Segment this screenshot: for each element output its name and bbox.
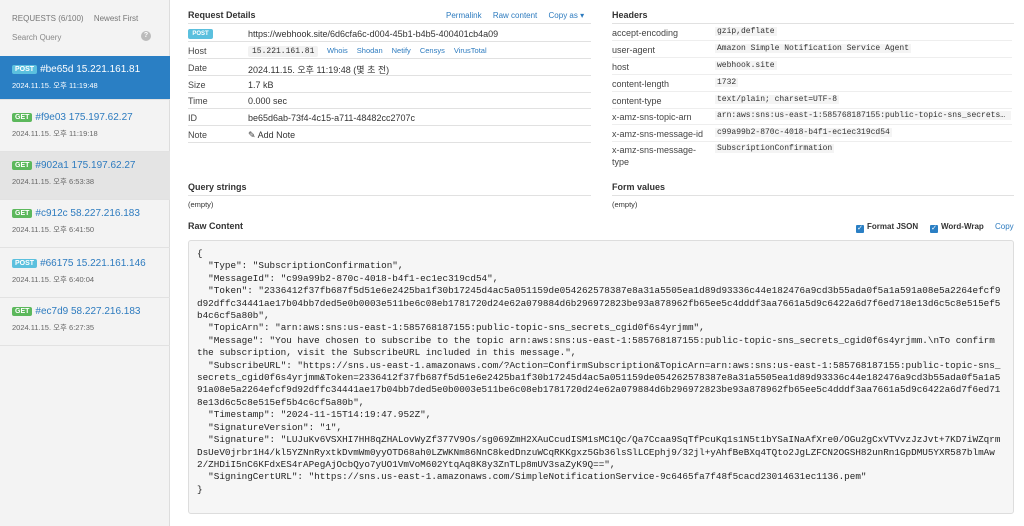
- note-label: Note: [188, 130, 208, 140]
- netify-link[interactable]: Netify: [392, 46, 411, 55]
- checkbox-checked-icon: ✓: [930, 225, 938, 233]
- method-chip: POST: [188, 29, 213, 39]
- form-values-value: (empty): [612, 200, 638, 209]
- header-value: SubscriptionConfirmation: [715, 144, 835, 153]
- webhook-url[interactable]: https://webhook.site/6d6cfa6c-d004-45b1-…: [248, 29, 498, 39]
- header-row: host webhook.site: [612, 58, 1012, 75]
- header-value: text/plain; charset=UTF-8: [715, 95, 840, 104]
- request-details-title: Request Details: [188, 10, 256, 20]
- request-item[interactable]: GET #ec7d9 58.227.216.183 2024.11.15. 오후 …: [0, 298, 170, 346]
- method-badge: GET: [12, 113, 33, 122]
- header-key: content-length: [612, 79, 670, 89]
- sort-toggle[interactable]: Newest First: [94, 14, 138, 23]
- copy-button[interactable]: Copy: [995, 222, 1014, 231]
- search-input[interactable]: Search Query: [12, 33, 157, 42]
- permalink-link[interactable]: Permalink: [446, 11, 482, 20]
- request-item[interactable]: POST #66175 15.221.161.146 2024.11.15. 오후…: [0, 250, 170, 298]
- add-note-button[interactable]: ✎ Add Note: [248, 130, 295, 141]
- header-value: 1732: [715, 78, 739, 87]
- header-row: user-agent Amazon Simple Notification Ser…: [612, 41, 1012, 58]
- header-value: Amazon Simple Notification Service Agent: [715, 44, 912, 53]
- header-value: gzip,deflate: [715, 27, 777, 36]
- id-label: ID: [188, 113, 197, 123]
- raw-content-title: Raw Content: [188, 221, 243, 231]
- time-value: 0.000 sec: [248, 96, 288, 106]
- raw-content-link[interactable]: Raw content: [493, 11, 537, 20]
- id-value: be65d6ab-73f4-4c15-a711-48482cc2707c: [248, 113, 415, 123]
- header-key: user-agent: [612, 45, 656, 55]
- request-time: 2024.11.15. 오후 11:19:48: [12, 81, 98, 90]
- host-ip: 15.221.161.81: [248, 46, 319, 57]
- checkbox-checked-icon: ✓: [856, 225, 864, 233]
- copy-as-dropdown[interactable]: Copy as ▾: [549, 11, 585, 20]
- header-row: content-type text/plain; charset=UTF-8: [612, 92, 1012, 109]
- whois-link[interactable]: Whois: [327, 46, 348, 55]
- header-value: c99a99b2-870c-4018-b4f1-ec1ec319cd54: [715, 128, 892, 137]
- request-id: #66175 15.221.161.146: [40, 258, 146, 269]
- method-badge: GET: [12, 307, 33, 316]
- format-json-toggle[interactable]: ✓ Format JSON: [856, 222, 918, 233]
- censys-link[interactable]: Censys: [420, 46, 445, 55]
- pencil-icon: ✎: [248, 130, 256, 140]
- method-badge: POST: [12, 259, 38, 268]
- request-id: #be65d 15.221.161.81: [40, 64, 141, 75]
- header-key: x-amz-sns-topic-arn: [612, 112, 692, 122]
- request-item[interactable]: POST #be65d 15.221.161.81 2024.11.15. 오후 …: [0, 56, 170, 100]
- form-values-title: Form values: [612, 182, 666, 192]
- request-id: #c912c 58.227.216.183: [35, 208, 140, 219]
- header-key: x-amz-sns-message-type: [612, 145, 697, 167]
- request-time: 2024.11.15. 오후 6:41:50: [12, 225, 95, 234]
- header-key: accept-encoding: [612, 28, 679, 38]
- request-id: #f9e03 175.197.62.27: [35, 112, 133, 123]
- word-wrap-toggle[interactable]: ✓ Word-Wrap: [930, 222, 984, 233]
- header-value: webhook.site: [715, 61, 777, 70]
- requests-count: REQUESTS (6/100): [12, 14, 84, 23]
- request-item[interactable]: GET #c912c 58.227.216.183 2024.11.15. 오후 …: [0, 200, 170, 248]
- question-icon[interactable]: ?: [141, 31, 151, 41]
- header-row: x-amz-sns-topic-arn arn:aws:sns:us-east-1…: [612, 108, 1012, 125]
- method-badge: GET: [12, 209, 33, 218]
- request-time: 2024.11.15. 오후 11:19:18: [12, 129, 98, 138]
- header-key: content-type: [612, 96, 662, 106]
- size-label: Size: [188, 80, 206, 90]
- header-key: host: [612, 62, 630, 72]
- request-time: 2024.11.15. 오후 6:27:35: [12, 323, 95, 332]
- header-key: x-amz-sns-message-id: [612, 129, 704, 139]
- header-row: content-length 1732: [612, 75, 1012, 92]
- request-id: #902a1 175.197.62.27: [35, 160, 136, 171]
- header-row: x-amz-sns-message-id c99a99b2-870c-4018-b…: [612, 125, 1012, 142]
- shodan-link[interactable]: Shodan: [357, 46, 383, 55]
- raw-content-box[interactable]: { "Type": "SubscriptionConfirmation", "M…: [188, 240, 1014, 514]
- method-badge: GET: [12, 161, 33, 170]
- query-strings-value: (empty): [188, 200, 214, 209]
- host-label: Host: [188, 46, 207, 56]
- request-sidebar: REQUESTS (6/100) Newest First Search Que…: [0, 0, 170, 526]
- query-strings-title: Query strings: [188, 182, 247, 192]
- header-value: arn:aws:sns:us-east-1:585768187155:publi…: [715, 111, 1011, 120]
- raw-content-text: { "Type": "SubscriptionConfirmation", "M…: [197, 248, 1001, 495]
- time-label: Time: [188, 96, 208, 106]
- request-item[interactable]: GET #f9e03 175.197.62.27 2024.11.15. 오후 1…: [0, 104, 170, 152]
- virustotal-link[interactable]: VirusTotal: [454, 46, 487, 55]
- header-row: x-amz-sns-message-type SubscriptionConfir…: [612, 141, 1012, 170]
- request-time: 2024.11.15. 오후 6:53:38: [12, 177, 95, 186]
- caret-down-icon: ▾: [580, 11, 585, 20]
- size-value: 1.7 kB: [248, 80, 274, 90]
- method-badge: POST: [12, 65, 38, 74]
- header-row: accept-encoding gzip,deflate: [612, 24, 1012, 41]
- request-time: 2024.11.15. 오후 6:40:04: [12, 275, 95, 284]
- request-id: #ec7d9 58.227.216.183: [35, 306, 141, 317]
- headers-title: Headers: [612, 10, 648, 20]
- date-label: Date: [188, 63, 208, 73]
- request-item[interactable]: GET #902a1 175.197.62.27 2024.11.15. 오후 6…: [0, 152, 170, 200]
